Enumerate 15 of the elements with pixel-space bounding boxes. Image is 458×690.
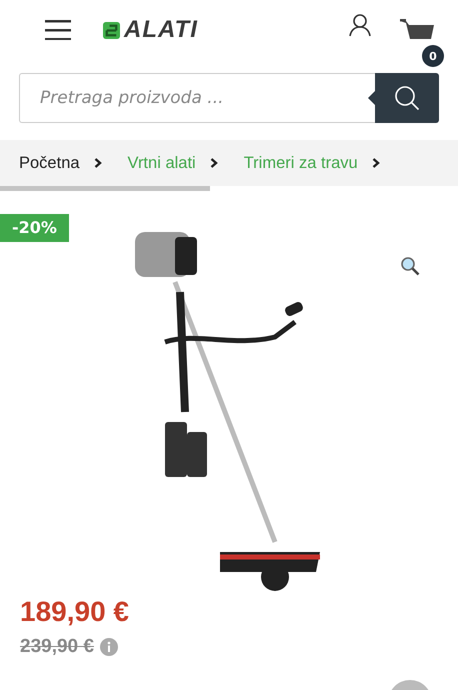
user-icon[interactable] <box>348 13 372 37</box>
price: 189,90 € <box>20 596 130 628</box>
menu-icon[interactable] <box>45 20 71 40</box>
breadcrumb-link[interactable]: Početna <box>19 154 80 172</box>
zoom-icon[interactable] <box>400 256 420 276</box>
search-icon <box>394 85 420 111</box>
old-price: 239,90 € <box>20 636 94 658</box>
logo-icon <box>103 22 120 38</box>
chevron-icon <box>94 158 102 168</box>
logo-text[interactable]: ALATI <box>124 16 198 44</box>
search-field[interactable]: Pretraga proizvoda ... <box>19 73 375 123</box>
chevron-icon <box>210 158 218 168</box>
discount-badge: -20% <box>0 214 69 242</box>
cart-count-badge: 0 <box>422 45 444 67</box>
chevron-icon <box>372 158 380 168</box>
